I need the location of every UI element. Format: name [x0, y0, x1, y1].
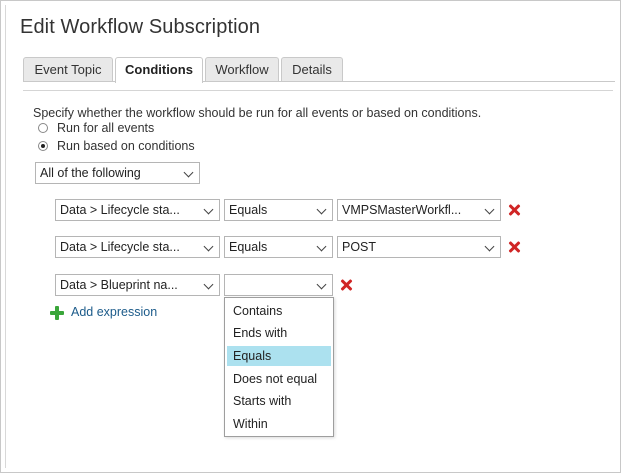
option-contains[interactable]: Contains — [227, 301, 331, 321]
chevron-down-icon — [203, 204, 214, 215]
select-value: Data > Lifecycle sta... — [60, 240, 180, 254]
select-value: Data > Blueprint na... — [60, 278, 178, 292]
select-value: All of the following — [40, 166, 141, 180]
expression-1-field-select[interactable]: Data > Lifecycle sta... — [55, 199, 220, 221]
chevron-down-icon — [316, 204, 327, 215]
option-does-not-equal[interactable]: Does not equal — [227, 369, 331, 389]
tab-event-topic[interactable]: Event Topic — [23, 57, 113, 82]
chevron-down-icon — [316, 279, 327, 290]
chevron-down-icon — [203, 279, 214, 290]
remove-expression-3-icon[interactable] — [339, 278, 353, 292]
remove-expression-2-icon[interactable] — [507, 240, 521, 254]
tab-conditions[interactable]: Conditions — [115, 57, 203, 83]
option-ends-with[interactable]: Ends with — [227, 323, 331, 343]
expression-3-operator-select[interactable] — [224, 274, 333, 296]
conditions-description: Specify whether the workflow should be r… — [33, 106, 482, 120]
option-within[interactable]: Within — [227, 414, 331, 434]
chevron-down-icon — [484, 204, 495, 215]
tab-details[interactable]: Details — [281, 57, 343, 82]
chevron-down-icon — [484, 241, 495, 252]
remove-expression-1-icon[interactable] — [507, 203, 521, 217]
expression-2-operator-select[interactable]: Equals — [224, 236, 333, 258]
left-divider — [5, 5, 6, 468]
operator-dropdown-list: Contains Ends with Equals Does not equal… — [224, 297, 334, 437]
chevron-down-icon — [203, 241, 214, 252]
option-starts-with[interactable]: Starts with — [227, 391, 331, 411]
plus-icon — [50, 306, 64, 320]
expression-2-value-select[interactable]: POST — [337, 236, 501, 258]
page-title: Edit Workflow Subscription — [20, 16, 261, 38]
radio-button[interactable] — [38, 123, 48, 133]
radio-label: Run for all events — [57, 121, 155, 135]
expression-3-field-select[interactable]: Data > Blueprint na... — [55, 274, 220, 296]
add-expression-label[interactable]: Add expression — [71, 305, 157, 319]
option-equals[interactable]: Equals — [227, 346, 331, 366]
radio-button[interactable] — [38, 141, 48, 151]
expression-1-operator-select[interactable]: Equals — [224, 199, 333, 221]
expression-2-field-select[interactable]: Data > Lifecycle sta... — [55, 236, 220, 258]
select-value: Data > Lifecycle sta... — [60, 203, 180, 217]
logic-select[interactable]: All of the following — [35, 162, 200, 184]
select-value: Equals — [229, 240, 268, 254]
radio-label: Run based on conditions — [57, 139, 195, 153]
tab-workflow[interactable]: Workflow — [205, 57, 279, 82]
select-value: VMPSMasterWorkfl... — [342, 203, 462, 217]
chevron-down-icon — [316, 241, 327, 252]
chevron-down-icon — [183, 167, 194, 178]
select-value: Equals — [229, 203, 268, 217]
expression-1-value-select[interactable]: VMPSMasterWorkfl... — [337, 199, 501, 221]
tab-divider — [23, 81, 615, 82]
select-value: POST — [342, 240, 377, 254]
